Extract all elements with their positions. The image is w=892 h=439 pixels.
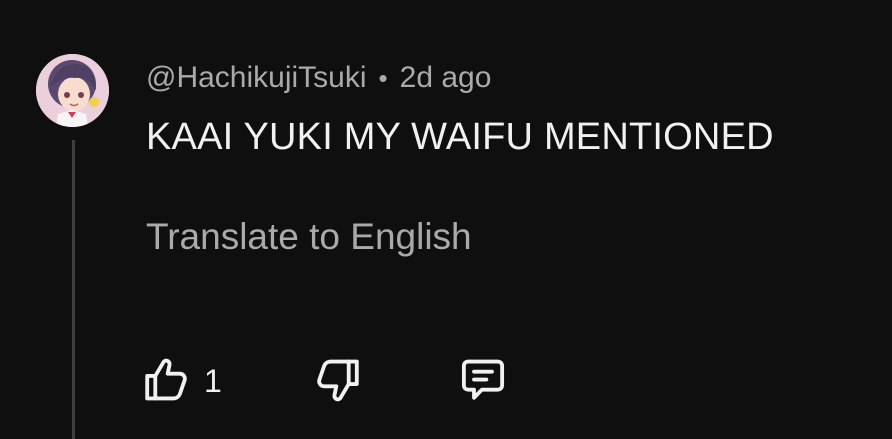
comment-meta: @HachikujiTsuki • 2d ago	[146, 58, 491, 98]
reply-button[interactable]	[456, 352, 510, 408]
comment-reply-icon	[456, 353, 510, 407]
like-button[interactable]: 1	[140, 352, 222, 408]
author-name[interactable]: @HachikujiTsuki	[146, 61, 367, 95]
thread-line	[72, 140, 75, 439]
thumbs-down-icon	[310, 353, 364, 407]
avatar[interactable]	[36, 54, 109, 127]
translate-button[interactable]: Translate to English	[146, 216, 472, 258]
timestamp[interactable]: 2d ago	[400, 61, 492, 95]
dislike-button[interactable]	[310, 352, 364, 408]
avatar-image	[36, 54, 109, 127]
comment: @HachikujiTsuki • 2d ago KAAI YUKI MY WA…	[0, 0, 892, 439]
like-count: 1	[204, 362, 222, 399]
comment-text: KAAI YUKI MY WAIFU MENTIONED	[146, 116, 774, 158]
separator-dot: •	[378, 62, 388, 93]
thumbs-up-icon	[140, 353, 194, 407]
